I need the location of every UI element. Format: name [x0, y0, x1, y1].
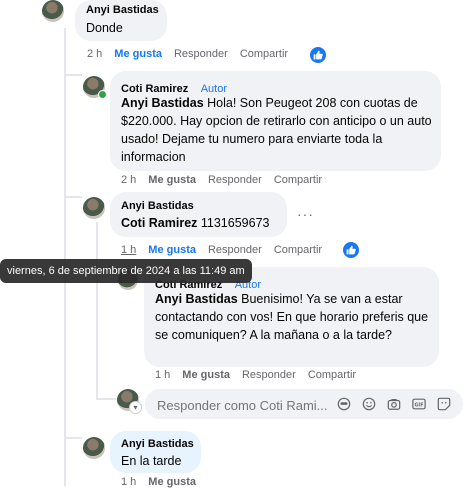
- share-button[interactable]: Compartir: [240, 48, 288, 60]
- avatar[interactable]: [83, 197, 105, 219]
- nested-thread-branch: [96, 398, 116, 400]
- comment-author[interactable]: Anyi Bastidas: [86, 4, 159, 16]
- share-button[interactable]: Compartir: [274, 174, 322, 186]
- comment-time[interactable]: 1 h: [155, 369, 170, 381]
- mention-link[interactable]: Coti Ramirez: [121, 216, 197, 230]
- thread-branch: [64, 74, 82, 76]
- share-button[interactable]: Compartir: [274, 244, 322, 256]
- comment-bubble: Anyi Bastidas En la tarde: [110, 431, 201, 473]
- comment-actions: 1 h Me gusta: [121, 476, 208, 488]
- comment-time[interactable]: 2 h: [87, 48, 102, 60]
- nested-thread-line: [96, 222, 98, 400]
- comment-time[interactable]: 2 h: [121, 174, 136, 186]
- gif-icon[interactable]: GIF: [412, 397, 426, 411]
- reply-button[interactable]: Responder: [242, 369, 296, 381]
- comment-actions: 1 h Me gusta Responder Compartir: [155, 369, 368, 381]
- comment-actions: 2 h Me gusta Responder Compartir: [121, 174, 334, 186]
- comment-author[interactable]: Anyi Bastidas: [121, 200, 194, 212]
- like-button[interactable]: Me gusta: [114, 48, 162, 60]
- comment-actions: 1 h Me gusta Responder Compartir: [121, 244, 334, 256]
- like-button[interactable]: Me gusta: [148, 174, 196, 186]
- comment-bubble: Coti Ramirez Autor Anyi Bastidas Hola! S…: [110, 71, 441, 171]
- comment-author[interactable]: Anyi Bastidas: [121, 438, 194, 450]
- sticker-icon[interactable]: [437, 397, 451, 411]
- like-reaction-icon[interactable]: [310, 47, 326, 63]
- comment-time[interactable]: 1 h: [121, 476, 136, 488]
- emoji-icon[interactable]: [362, 397, 376, 411]
- comment-text: En la tarde: [121, 454, 182, 468]
- more-options-icon[interactable]: ···: [297, 206, 314, 222]
- thread-branch: [64, 196, 82, 198]
- reply-button[interactable]: Responder: [208, 174, 262, 186]
- mention-link[interactable]: Anyi Bastidas: [155, 292, 238, 306]
- avatar-sticker-icon[interactable]: [337, 397, 351, 411]
- mention-link[interactable]: Anyi Bastidas: [121, 96, 204, 110]
- thread-line: [64, 28, 66, 486]
- share-button[interactable]: Compartir: [308, 369, 356, 381]
- svg-text:GIF: GIF: [415, 402, 424, 408]
- comment-text: Coti Ramirez 1131659673: [121, 216, 270, 230]
- comment-text: Anyi Bastidas Buenisimo! Ya se van a est…: [155, 292, 429, 342]
- reply-button[interactable]: Responder: [208, 244, 262, 256]
- like-button[interactable]: Me gusta: [182, 369, 230, 381]
- like-button[interactable]: Me gusta: [148, 244, 196, 256]
- reply-button[interactable]: Responder: [174, 48, 228, 60]
- timestamp-tooltip: viernes, 6 de septiembre de 2024 a las 1…: [0, 259, 252, 283]
- avatar[interactable]: [83, 437, 105, 459]
- reply-composer: GIF: [145, 389, 463, 419]
- comment-actions: 2 h Me gusta Responder Compartir: [87, 48, 300, 60]
- comment-bubble: Anyi Bastidas Donde: [75, 0, 167, 41]
- avatar[interactable]: [42, 0, 64, 22]
- comment-bubble: Anyi Bastidas Coti Ramirez 1131659673: [110, 192, 287, 237]
- like-reaction-icon[interactable]: [343, 242, 359, 258]
- comment-time[interactable]: 1 h: [121, 244, 136, 256]
- reply-input[interactable]: [155, 397, 329, 414]
- comment-text: Anyi Bastidas Hola! Son Peugeot 208 con …: [121, 96, 432, 164]
- online-status-icon: [98, 90, 107, 99]
- like-button[interactable]: Me gusta: [148, 476, 196, 488]
- chevron-down-icon[interactable]: ▾: [129, 401, 142, 414]
- camera-icon[interactable]: [387, 397, 401, 411]
- thread-branch: [64, 437, 82, 439]
- comment-text: Donde: [86, 21, 123, 35]
